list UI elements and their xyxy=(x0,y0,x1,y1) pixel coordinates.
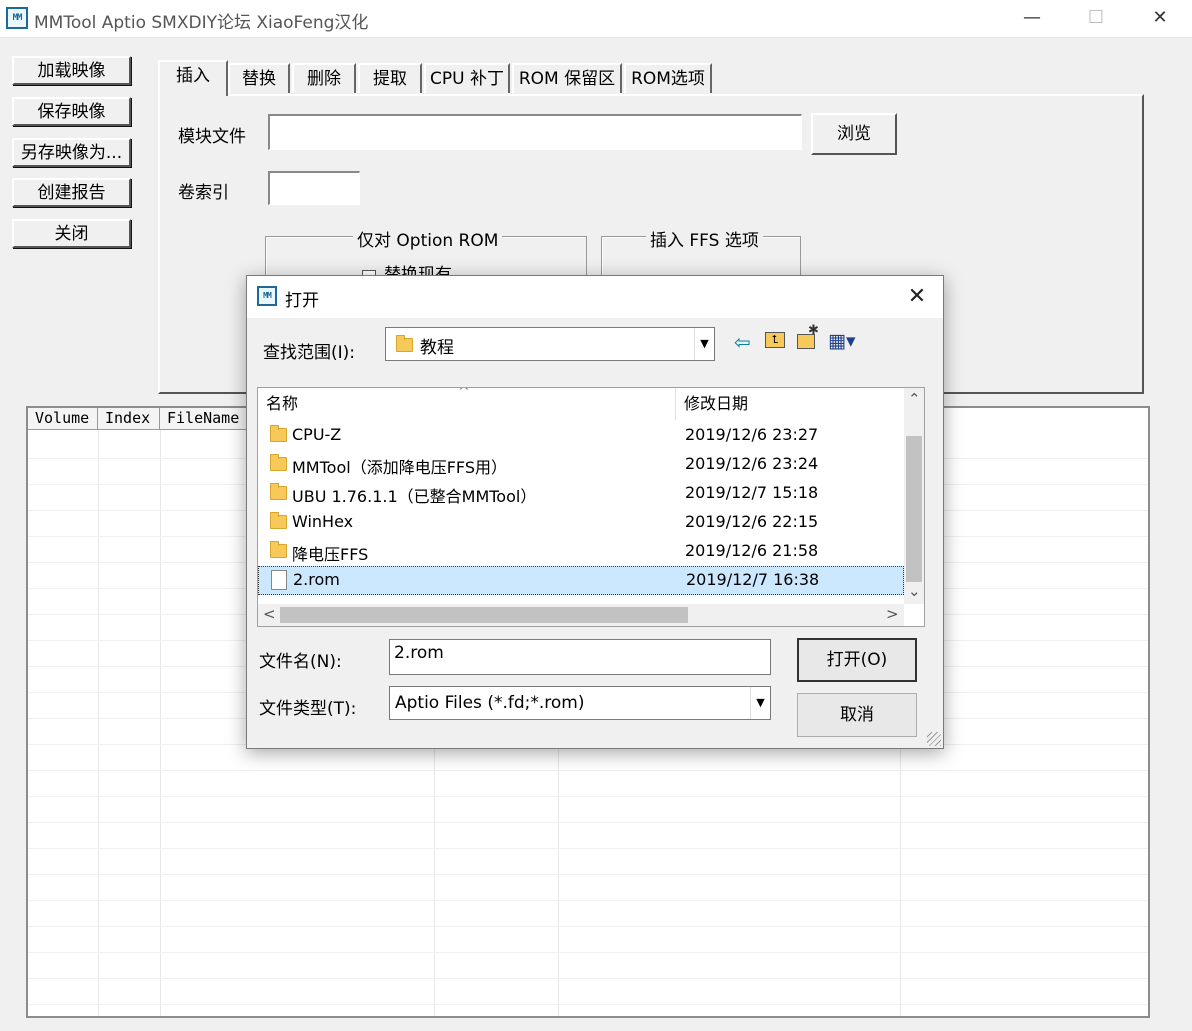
sparkle-icon: ✱ xyxy=(808,323,819,338)
file-date: 2019/12/7 15:18 xyxy=(685,483,819,502)
file-row-selected[interactable]: 2.rom 2019/12/7 16:38 xyxy=(258,566,904,595)
filename-input[interactable]: 2.rom xyxy=(389,639,771,675)
grid-row-line xyxy=(28,1004,1148,1005)
tab-cpu-patch[interactable]: CPU 补丁 xyxy=(424,63,510,93)
dialog-title: 打开 xyxy=(285,291,319,311)
file-row[interactable]: UBU 1.76.1.1（已整合MMTool） 2019/12/7 15:18 xyxy=(258,479,904,508)
file-name: 降电压FFS xyxy=(292,545,369,564)
look-in-value: 教程 xyxy=(420,338,454,358)
dialog-title-bar: MM 打开 ✕ xyxy=(247,276,943,318)
file-name: WinHex xyxy=(292,512,354,531)
filetype-combobox[interactable]: Aptio Files (*.fd;*.rom) ▼ xyxy=(389,686,771,720)
minimize-button[interactable]: — xyxy=(1000,0,1064,38)
file-row[interactable]: CPU-Z 2019/12/6 23:27 xyxy=(258,421,904,450)
volume-index-input[interactable] xyxy=(268,171,360,205)
folder-icon xyxy=(396,335,413,352)
grid-row-line xyxy=(28,926,1148,927)
file-list[interactable]: 名称 ^ 修改日期 CPU-Z 2019/12/6 23:27 MMTool（添… xyxy=(257,387,925,627)
module-file-input[interactable] xyxy=(268,114,802,150)
filename-label: 文件名(N): xyxy=(259,652,342,672)
module-file-label: 模块文件 xyxy=(178,127,246,147)
file-date: 2019/12/6 22:15 xyxy=(685,512,819,531)
save-image-as-button[interactable]: 另存映像为... xyxy=(12,138,131,167)
file-icon xyxy=(271,570,287,590)
cancel-button[interactable]: 取消 xyxy=(797,693,917,737)
file-date: 2019/12/6 23:27 xyxy=(685,425,819,444)
create-report-button[interactable]: 创建报告 xyxy=(12,178,131,207)
file-row[interactable]: 降电压FFS 2019/12/6 21:58 xyxy=(258,537,904,566)
look-in-combobox[interactable]: 教程 ▼ xyxy=(385,327,715,361)
title-bar: MM MMTool Aptio SMXDIY论坛 XiaoFeng汉化 — ☐ … xyxy=(0,0,1192,38)
look-in-label: 查找范围(I): xyxy=(263,343,356,363)
vertical-scroll-thumb[interactable] xyxy=(906,436,922,582)
grid-row-line xyxy=(28,900,1148,901)
folder-icon xyxy=(270,483,287,500)
file-name: CPU-Z xyxy=(292,425,342,444)
column-header-filename[interactable]: FileName xyxy=(160,408,250,430)
scroll-down-icon[interactable]: ⌄ xyxy=(908,582,921,600)
chevron-down-icon[interactable]: ▼ xyxy=(750,687,770,719)
vertical-scrollbar[interactable]: ⌃ ⌄ xyxy=(904,388,924,604)
tab-insert[interactable]: 插入 xyxy=(158,60,228,96)
filetype-value: Aptio Files (*.fd;*.rom) xyxy=(395,693,585,713)
save-image-button[interactable]: 保存映像 xyxy=(12,97,131,126)
sort-up-icon: ^ xyxy=(458,387,470,400)
app-icon: MM xyxy=(6,7,28,29)
new-folder-icon[interactable]: ✱ xyxy=(797,323,819,349)
folder-icon xyxy=(270,541,287,558)
load-image-button[interactable]: 加载映像 xyxy=(12,56,131,85)
horizontal-scrollbar[interactable]: < > xyxy=(258,604,904,626)
tab-replace[interactable]: 替换 xyxy=(228,63,290,93)
grid-line xyxy=(98,430,99,1016)
tab-delete[interactable]: 删除 xyxy=(292,63,356,93)
view-menu-icon[interactable]: ▦▾ xyxy=(828,330,856,352)
file-name: MMTool（添加降电压FFS用） xyxy=(292,458,507,477)
up-folder-icon[interactable]: ⮤ xyxy=(765,332,785,348)
grid-row-line xyxy=(28,848,1148,849)
volume-index-label: 卷索引 xyxy=(178,183,229,203)
dialog-app-icon: MM xyxy=(257,286,277,306)
folder-icon xyxy=(270,512,287,529)
file-date: 2019/12/6 23:24 xyxy=(685,454,819,473)
horizontal-scroll-thumb[interactable] xyxy=(280,607,688,623)
grid-row-line xyxy=(28,874,1148,875)
open-file-dialog: MM 打开 ✕ 查找范围(I): 教程 ▼ ⇦ ⮤ ✱ ▦▾ 名称 ^ 修改日期… xyxy=(246,275,944,749)
filetype-label: 文件类型(T): xyxy=(259,699,357,719)
scroll-up-icon[interactable]: ⌃ xyxy=(908,390,921,408)
tab-rom-options[interactable]: ROM选项 xyxy=(624,63,712,93)
scroll-right-icon[interactable]: > xyxy=(886,605,899,623)
open-button[interactable]: 打开(O) xyxy=(797,638,917,682)
file-row[interactable]: MMTool（添加降电压FFS用） 2019/12/6 23:24 xyxy=(258,450,904,479)
grid-row-line xyxy=(28,770,1148,771)
browse-button[interactable]: 浏览 xyxy=(811,113,897,155)
chevron-down-icon[interactable]: ▼ xyxy=(694,328,714,360)
file-row[interactable]: WinHex 2019/12/6 22:15 xyxy=(258,508,904,537)
file-name: UBU 1.76.1.1（已整合MMTool） xyxy=(292,487,537,506)
maximize-button[interactable]: ☐ xyxy=(1064,0,1128,38)
scroll-left-icon[interactable]: < xyxy=(263,605,276,623)
resize-grip-icon[interactable] xyxy=(927,732,941,746)
option-rom-group-title: 仅对 Option ROM xyxy=(353,226,503,251)
ffs-options-group-title: 插入 FFS 选项 xyxy=(646,226,763,251)
close-button[interactable]: ✕ xyxy=(1128,0,1192,38)
column-header-volume[interactable]: Volume xyxy=(28,408,98,430)
dialog-close-button[interactable]: ✕ xyxy=(897,280,937,314)
window-title: MMTool Aptio SMXDIY论坛 XiaoFeng汉化 xyxy=(34,13,369,33)
close-app-button[interactable]: 关闭 xyxy=(12,219,131,248)
column-header-index[interactable]: Index xyxy=(98,408,160,430)
folder-icon xyxy=(270,425,287,442)
tab-extract[interactable]: 提取 xyxy=(358,63,422,93)
grid-row-line xyxy=(28,796,1148,797)
grid-row-line xyxy=(28,952,1148,953)
grid-row-line xyxy=(28,822,1148,823)
file-date: 2019/12/6 21:58 xyxy=(685,541,819,560)
tab-rom-reserved[interactable]: ROM 保留区 xyxy=(512,63,622,93)
folder-icon xyxy=(270,454,287,471)
grid-row-line xyxy=(28,978,1148,979)
file-date: 2019/12/7 16:38 xyxy=(686,570,820,589)
file-name: 2.rom xyxy=(293,570,340,589)
column-header-date[interactable]: 修改日期 xyxy=(676,388,904,420)
grid-line xyxy=(160,430,161,1016)
back-icon[interactable]: ⇦ xyxy=(734,330,751,354)
